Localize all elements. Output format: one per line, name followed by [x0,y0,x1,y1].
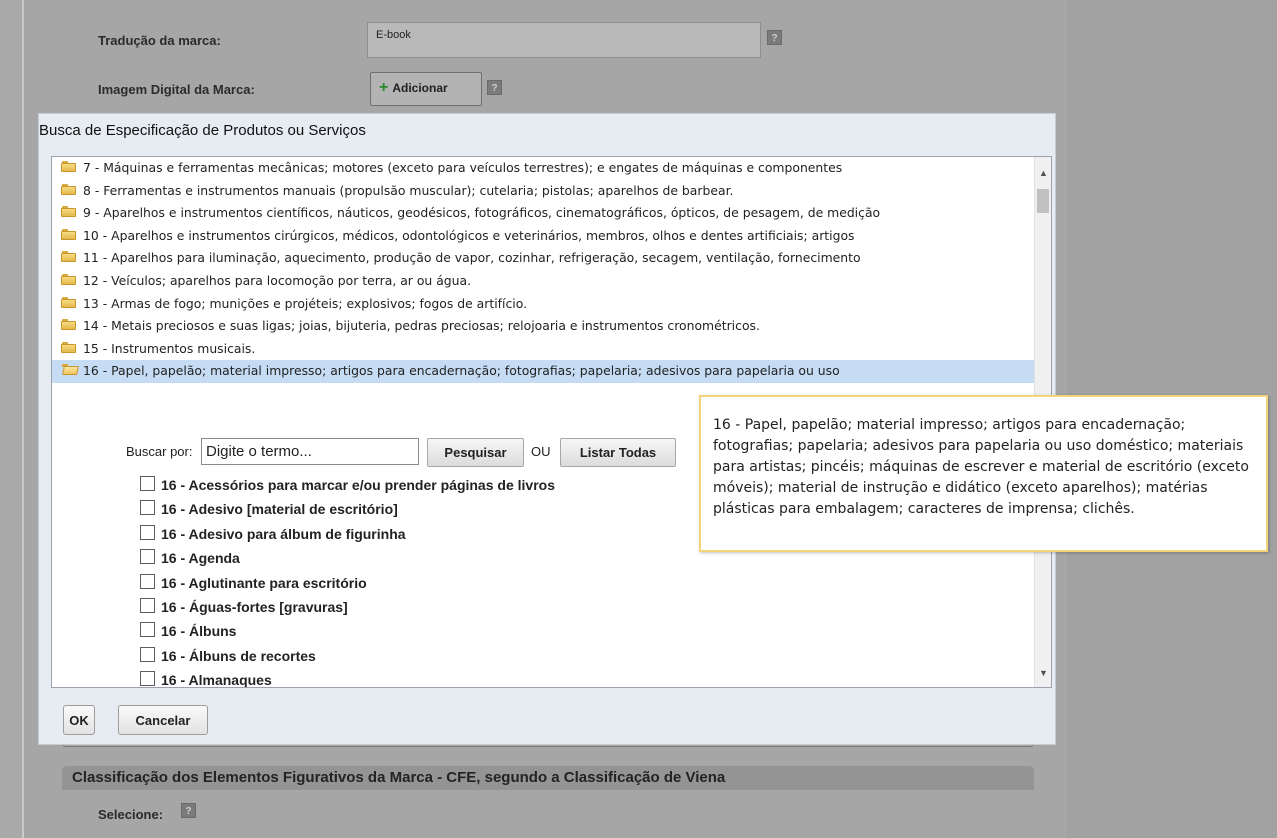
spec-label: 16 - Águas-fortes [gravuras] [161,598,348,615]
spec-checkbox[interactable] [140,573,155,589]
spec-checkbox[interactable] [140,597,155,613]
traducao-input[interactable]: E-book [367,22,761,58]
folder-icon [61,228,77,240]
selecione-label: Selecione: [98,807,164,822]
spec-checkbox[interactable] [140,524,155,540]
cancelar-button[interactable]: Cancelar [118,705,208,735]
class-row-label: 16 - Papel, papelão; material impresso; … [83,363,840,379]
folder-icon [61,341,77,353]
folder-icon [61,206,77,218]
class-row[interactable]: 15 - Instrumentos musicais. [52,338,1036,361]
traducao-label: Tradução da marca: [98,33,221,48]
class-row[interactable]: 11 - Aparelhos para iluminação, aquecime… [52,247,1036,270]
folder-icon [61,296,77,308]
spec-label: 16 - Adesivo para álbum de figurinha [161,525,406,542]
spec-checkbox[interactable] [140,549,155,565]
listar-todas-button[interactable]: Listar Todas [560,438,676,467]
class-row[interactable]: 12 - Veículos; aparelhos para locomoção … [52,270,1036,293]
class-tooltip: 16 - Papel, papelão; material impresso; … [699,395,1268,552]
imagem-label: Imagem Digital da Marca: [98,82,255,97]
class-row[interactable]: 9 - Aparelhos e instrumentos científicos… [52,202,1036,225]
spec-label: 16 - Aglutinante para escritório [161,574,367,591]
class-row-label: 7 - Máquinas e ferramentas mecânicas; mo… [83,160,843,175]
scroll-up-icon[interactable]: ▲ [1035,165,1051,182]
ou-label: OU [531,444,551,459]
class-row[interactable]: 10 - Aparelhos e instrumentos cirúrgicos… [52,225,1036,248]
spec-checkbox[interactable] [140,646,155,662]
folder-icon [61,319,77,331]
spec-label: 16 - Agenda [161,550,240,567]
spec-label: 16 - Adesivo [material de escritório] [161,501,398,518]
class-row[interactable]: 16 - Papel, papelão; material impresso; … [52,360,1036,383]
scroll-down-icon[interactable]: ▼ [1035,665,1051,682]
plus-icon: + [379,79,389,96]
spec-label: 16 - Acessórios para marcar e/ou prender… [161,477,555,493]
class-row-label: 9 - Aparelhos e instrumentos científicos… [83,205,881,221]
left-gutter [0,0,22,838]
class-row-label: 8 - Ferramentas e instrumentos manuais (… [83,182,734,198]
help-icon[interactable]: ? [487,80,502,95]
class-row-label: 15 - Instrumentos musicais. [83,340,256,356]
spec-checkbox[interactable] [140,500,155,516]
folder-icon [61,273,77,285]
folder-open-icon [61,364,79,376]
class-row[interactable]: 14 - Metais preciosos e suas ligas; joia… [52,315,1036,338]
class-row-label: 12 - Veículos; aparelhos para locomoção … [83,272,472,288]
folder-icon [61,161,77,172]
search-label: Buscar por: [126,444,193,459]
search-input[interactable] [201,438,419,465]
spec-checkbox[interactable] [140,622,155,638]
spec-checkbox[interactable] [140,671,155,687]
spec-label: 16 - Almanaques [161,672,272,688]
scroll-thumb[interactable] [1037,189,1049,213]
spec-label: 16 - Álbuns de recortes [161,647,316,664]
folder-icon [61,183,77,195]
help-icon[interactable]: ? [767,30,782,45]
adicionar-label: Adicionar [392,81,448,95]
pesquisar-button[interactable]: Pesquisar [427,438,524,467]
class-row[interactable]: 8 - Ferramentas e instrumentos manuais (… [52,180,1036,203]
cfe-section-header: Classificação dos Elementos Figurativos … [62,766,1034,790]
help-icon[interactable]: ? [181,803,196,818]
class-list: 7 - Máquinas e ferramentas mecânicas; mo… [52,157,1036,383]
class-row[interactable]: 7 - Máquinas e ferramentas mecânicas; mo… [52,157,1036,180]
spec-checkbox[interactable] [140,476,155,491]
class-row-label: 10 - Aparelhos e instrumentos cirúrgicos… [83,227,855,243]
ok-button[interactable]: OK [63,705,95,735]
folder-icon [61,251,77,263]
class-row-label: 14 - Metais preciosos e suas ligas; joia… [83,318,760,334]
adicionar-button[interactable]: + Adicionar [370,72,482,106]
dialog-title: Busca de Especificação de Produtos ou Se… [39,122,366,139]
spec-label: 16 - Álbuns [161,623,237,640]
class-row-label: 11 - Aparelhos para iluminação, aquecime… [83,250,861,266]
class-row-label: 13 - Armas de fogo; munições e projéteis… [83,295,528,311]
class-row[interactable]: 13 - Armas de fogo; munições e projéteis… [52,293,1036,316]
